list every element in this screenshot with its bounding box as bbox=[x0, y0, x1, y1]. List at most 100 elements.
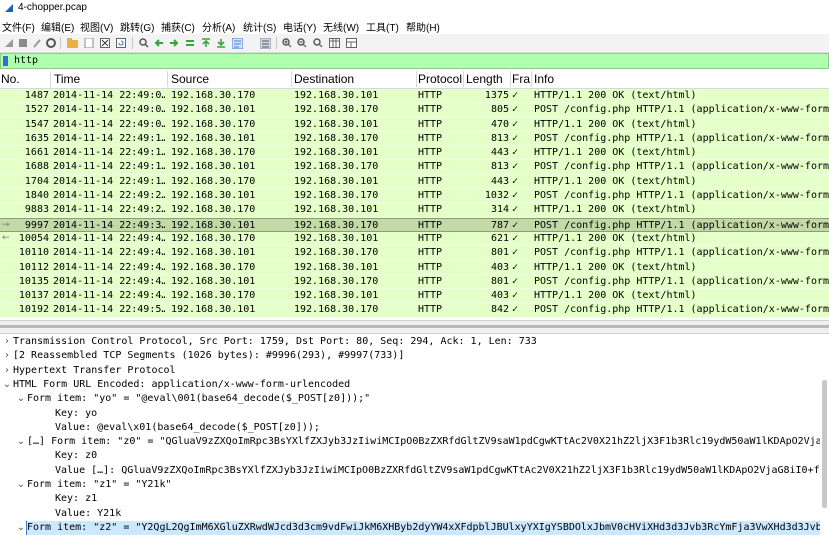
capture-options-icon[interactable] bbox=[45, 37, 57, 49]
packet-row[interactable]: 1688 2014-11-14 22:49:1… 192.168.30.101 192… bbox=[0, 160, 829, 175]
menu-analyze[interactable]: 分析(A) bbox=[202, 19, 235, 34]
packet-row[interactable]: ← 10054 2014-11-14 22:49:4… 192.168.30.170 1… bbox=[0, 231, 829, 247]
normal-size-icon[interactable] bbox=[312, 37, 324, 49]
packet-row[interactable]: 1661 2014-11-14 22:49:1… 192.168.30.170 192… bbox=[0, 146, 829, 161]
display-filter-input[interactable]: http bbox=[14, 55, 38, 66]
packet-row[interactable]: 10110 2014-11-14 22:49:4… 192.168.30.101 19… bbox=[0, 246, 829, 261]
packet-row[interactable]: 1487 2014-11-14 22:49:0… 192.168.30.170 192… bbox=[0, 89, 829, 104]
packet-row[interactable]: 10192 2014-11-14 22:49:5… 192.168.30.101 19… bbox=[0, 303, 829, 318]
detail-tree-item[interactable]: ⌄ Form item: "yo" = "@eval\001(base64_dec… bbox=[0, 392, 820, 406]
packet-number: 10192 bbox=[18, 304, 49, 316]
collapse-chevron-icon[interactable]: › bbox=[2, 335, 12, 349]
detail-tree-item[interactable]: ⌄ Form item: "z2" = "Y2QgL2QgImM6XGluZXRw… bbox=[0, 520, 820, 535]
layout-icon[interactable] bbox=[345, 37, 357, 49]
pane-splitter[interactable] bbox=[0, 320, 829, 334]
start-capture-icon[interactable] bbox=[3, 37, 15, 49]
collapse-chevron-icon[interactable]: › bbox=[2, 364, 12, 378]
packet-time: 2014-11-14 22:49:0… bbox=[53, 118, 165, 130]
packet-source: 192.168.30.101 bbox=[171, 104, 256, 116]
packet-list[interactable]: 1487 2014-11-14 22:49:0… 192.168.30.170 192… bbox=[0, 89, 829, 318]
packet-details-pane[interactable]: › Transmission Control Protocol, Src Port… bbox=[0, 335, 829, 540]
packet-row[interactable]: 1547 2014-11-14 22:49:0… 192.168.30.170 192… bbox=[0, 117, 829, 132]
expand-chevron-icon[interactable]: ⌄ bbox=[16, 435, 26, 449]
column-header-info[interactable]: Info bbox=[534, 72, 614, 86]
detail-tree-item[interactable]: Key: yo bbox=[0, 407, 820, 421]
packet-row[interactable]: 1704 2014-11-14 22:49:1… 192.168.30.170 192… bbox=[0, 174, 829, 190]
detail-tree-item[interactable]: Key: z0 bbox=[0, 449, 820, 463]
horizontal-scrollbar[interactable] bbox=[0, 325, 829, 328]
packet-protocol: HTTP bbox=[418, 232, 443, 244]
detail-text: Value […]: QGluaV9zZXQoImRpc3BsYXlfZXJyb… bbox=[55, 464, 820, 476]
expand-chevron-icon[interactable]: ⌄ bbox=[16, 478, 26, 492]
menu-view[interactable]: 视图(V) bbox=[80, 19, 113, 34]
first-packet-icon[interactable] bbox=[200, 37, 212, 49]
auto-scroll-icon[interactable] bbox=[231, 37, 243, 49]
go-forward-icon[interactable] bbox=[168, 37, 180, 49]
bookmark-icon[interactable] bbox=[3, 56, 8, 66]
menu-telephony[interactable]: 电话(Y) bbox=[283, 19, 316, 34]
colorize-icon[interactable] bbox=[259, 37, 271, 49]
packet-row[interactable]: 10137 2014-11-14 22:49:4… 192.168.30.170 19… bbox=[0, 289, 829, 304]
column-header-no[interactable]: No. bbox=[1, 72, 49, 86]
restart-capture-icon[interactable] bbox=[31, 37, 43, 49]
menu-edit[interactable]: 编辑(E) bbox=[41, 19, 74, 34]
column-header-fra[interactable]: Fra bbox=[512, 72, 532, 86]
close-file-icon[interactable] bbox=[99, 37, 111, 49]
packet-row[interactable]: 1527 2014-11-14 22:49:0… 192.168.30.101 192… bbox=[0, 103, 829, 118]
menu-statistics[interactable]: 统计(S) bbox=[243, 19, 276, 34]
menu-help[interactable]: 帮助(H) bbox=[406, 19, 440, 34]
column-header-time[interactable]: Time bbox=[54, 72, 164, 86]
packet-row[interactable]: 1840 2014-11-14 22:49:2… 192.168.30.101 192… bbox=[0, 189, 829, 204]
save-file-icon[interactable] bbox=[83, 37, 95, 49]
column-header-source[interactable]: Source bbox=[171, 72, 289, 86]
detail-tree-item[interactable]: Value […]: QGluaV9zZXQoImRpc3BsYXlfZXJyb… bbox=[0, 464, 820, 478]
packet-row[interactable]: 9883 2014-11-14 22:49:2… 192.168.30.170 192… bbox=[0, 203, 829, 218]
last-packet-icon[interactable] bbox=[215, 37, 227, 49]
menu-wireless[interactable]: 无线(W) bbox=[323, 19, 359, 34]
detail-tree-item[interactable]: › [2 Reassembled TCP Segments (1026 bytes… bbox=[0, 349, 820, 363]
packet-row[interactable]: 1635 2014-11-14 22:49:1… 192.168.30.101 192… bbox=[0, 131, 829, 147]
packet-row[interactable]: 10112 2014-11-14 22:49:4… 192.168.30.170 19… bbox=[0, 260, 829, 275]
column-header-protocol[interactable]: Protocol bbox=[418, 72, 463, 86]
packet-protocol: HTTP bbox=[418, 104, 443, 116]
detail-tree-item[interactable]: › Hypertext Transfer Protocol bbox=[0, 364, 820, 378]
expand-chevron-icon[interactable]: ⌄ bbox=[16, 392, 26, 406]
column-header-destination[interactable]: Destination bbox=[294, 72, 414, 86]
menu-tools[interactable]: 工具(T) bbox=[366, 19, 399, 34]
go-back-icon[interactable] bbox=[153, 37, 165, 49]
packet-frame-status: ✓ bbox=[512, 190, 519, 202]
detail-tree-item[interactable]: ⌄ […] Form item: "z0" = "QGluaV9zZXQoImRp… bbox=[0, 435, 820, 449]
packet-time: 2014-11-14 22:49:1… bbox=[53, 132, 165, 144]
detail-text: Form item: "yo" = "@eval\001(base64_deco… bbox=[27, 393, 371, 405]
collapse-chevron-icon[interactable]: › bbox=[2, 349, 12, 363]
display-filter-bar[interactable]: http bbox=[0, 53, 829, 69]
menu-capture[interactable]: 捕获(C) bbox=[161, 19, 195, 34]
packet-destination: 192.168.30.101 bbox=[294, 204, 379, 216]
menu-file[interactable]: 文件(F) bbox=[2, 19, 35, 34]
go-to-packet-icon[interactable] bbox=[184, 37, 196, 49]
detail-text: Key: z0 bbox=[55, 450, 98, 462]
detail-tree-item[interactable]: › Transmission Control Protocol, Src Port… bbox=[0, 335, 820, 349]
column-header-length[interactable]: Length bbox=[466, 72, 510, 86]
reload-file-icon[interactable] bbox=[115, 37, 127, 49]
detail-tree-item[interactable]: ⌄ HTML Form URL Encoded: application/x-ww… bbox=[0, 378, 820, 392]
packet-protocol: HTTP bbox=[418, 247, 443, 259]
packet-row[interactable]: → 9997 2014-11-14 22:49:3… 192.168.30.101 19… bbox=[0, 217, 829, 232]
detail-tree-item[interactable]: Value: Y21k bbox=[0, 507, 820, 521]
menu-go[interactable]: 跳转(G) bbox=[120, 19, 154, 34]
expand-chevron-icon[interactable]: ⌄ bbox=[2, 378, 12, 392]
zoom-in-icon[interactable] bbox=[281, 37, 293, 49]
detail-tree-item[interactable]: Key: z1 bbox=[0, 492, 820, 506]
detail-tree-item[interactable]: Value: @eval\x01(base64_decode($_POST[z0… bbox=[0, 421, 820, 435]
packet-protocol: HTTP bbox=[418, 219, 443, 231]
stop-capture-icon[interactable] bbox=[17, 37, 29, 49]
detail-tree-item[interactable]: ⌄ Form item: "z1" = "Y21k" bbox=[0, 478, 820, 492]
packet-source: 192.168.30.101 bbox=[171, 161, 256, 173]
packet-row[interactable]: 10135 2014-11-14 22:49:4… 192.168.30.101 19… bbox=[0, 274, 829, 290]
find-packet-icon[interactable] bbox=[138, 37, 150, 49]
open-file-icon[interactable] bbox=[66, 37, 78, 49]
resize-columns-icon[interactable] bbox=[328, 37, 340, 49]
zoom-out-icon[interactable] bbox=[296, 37, 308, 49]
details-vertical-scrollbar[interactable] bbox=[822, 380, 827, 508]
expand-chevron-icon[interactable]: ⌄ bbox=[16, 521, 26, 535]
